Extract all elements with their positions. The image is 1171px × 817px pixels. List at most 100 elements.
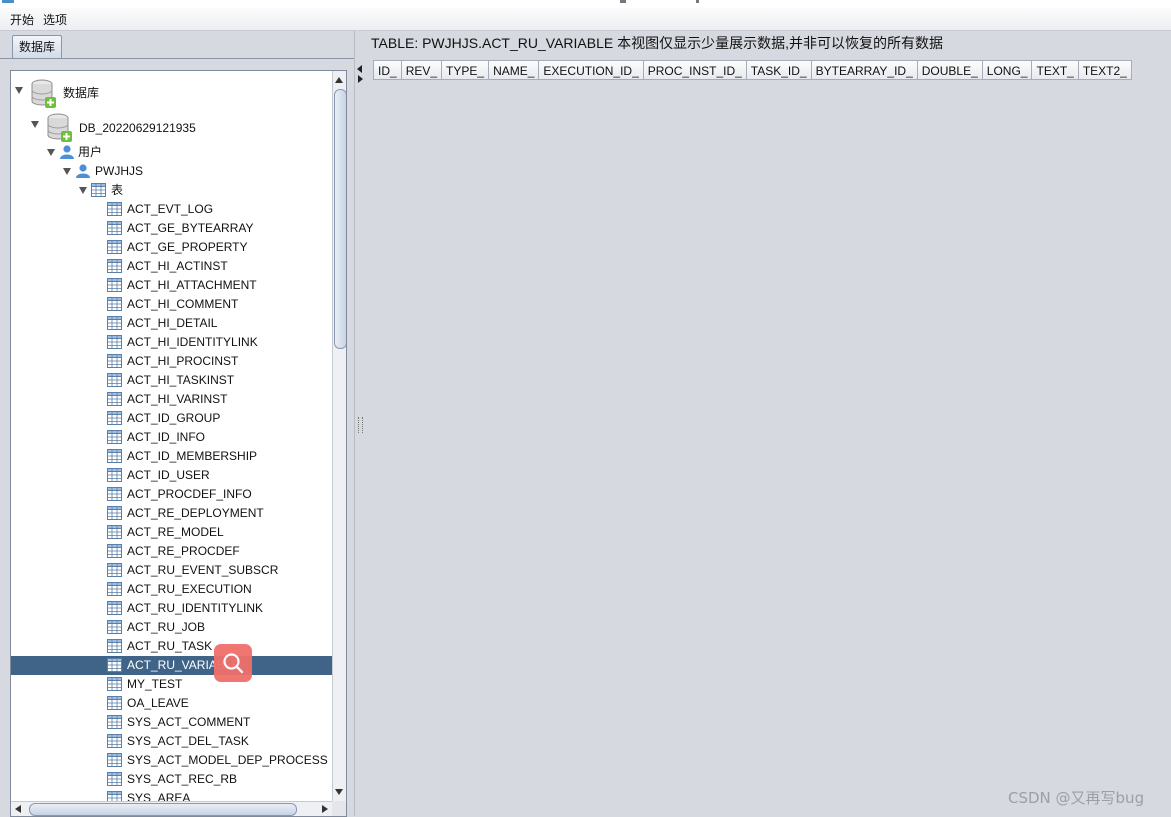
- tree-node-label: ACT_PROCDEF_INFO: [127, 487, 252, 501]
- column-header[interactable]: PROC_INST_ID_: [643, 60, 747, 80]
- table-icon: [107, 563, 122, 577]
- tree-node-table[interactable]: ACT_RE_PROCDEF: [11, 542, 332, 561]
- tree-node-label: PWJHJS: [95, 164, 143, 178]
- table-icon: [107, 354, 122, 368]
- column-header[interactable]: TASK_ID_: [746, 60, 812, 80]
- table-icon: [107, 601, 122, 615]
- tree-node-table[interactable]: ACT_ID_GROUP: [11, 409, 332, 428]
- tree-node-table[interactable]: ACT_HI_IDENTITYLINK: [11, 333, 332, 352]
- tree-node-table[interactable]: ACT_HI_TASKINST: [11, 371, 332, 390]
- table-icon: [107, 335, 122, 349]
- tree-node-table[interactable]: ACT_HI_COMMENT: [11, 295, 332, 314]
- menu-bar: 开始 选项: [0, 8, 1171, 31]
- tree-node-table[interactable]: ACT_HI_VARINST: [11, 390, 332, 409]
- tree-node-label: SYS_ACT_REC_RB: [127, 772, 238, 786]
- tree-node-table[interactable]: SYS_ACT_MODEL_DEP_PROCESS: [11, 751, 332, 770]
- column-header[interactable]: LONG_: [982, 60, 1033, 80]
- scroll-right-icon[interactable]: [322, 805, 328, 813]
- tree-node-table[interactable]: ACT_RU_EXECUTION: [11, 580, 332, 599]
- search-icon: [223, 653, 244, 674]
- tree-node-table[interactable]: SYS_ACT_DEL_TASK: [11, 732, 332, 751]
- tree-node-schema[interactable]: PWJHJS: [11, 162, 332, 181]
- table-icon: [107, 734, 122, 748]
- column-header[interactable]: BYTEARRAY_ID_: [811, 60, 918, 80]
- expand-icon[interactable]: [79, 187, 87, 194]
- menu-options[interactable]: 选项: [43, 11, 67, 28]
- expand-right-icon[interactable]: [358, 75, 363, 83]
- tree-node-table[interactable]: ACT_RE_MODEL: [11, 523, 332, 542]
- horizontal-scrollbar[interactable]: [11, 801, 332, 816]
- tree-node-label: ACT_HI_IDENTITYLINK: [127, 335, 258, 349]
- tree-node-table[interactable]: ACT_RU_JOB: [11, 618, 332, 637]
- column-header[interactable]: NAME_: [489, 60, 540, 80]
- tree-node-table[interactable]: ACT_ID_USER: [11, 466, 332, 485]
- column-header[interactable]: REV_: [401, 60, 443, 80]
- scroll-left-icon[interactable]: [15, 805, 21, 813]
- tab-database[interactable]: 数据库: [12, 35, 63, 58]
- scroll-up-icon[interactable]: [335, 77, 343, 83]
- column-header[interactable]: TYPE_: [442, 60, 490, 80]
- tree-node-table[interactable]: ACT_HI_ATTACHMENT: [11, 276, 332, 295]
- table-icon: [107, 544, 122, 558]
- tree-node-label: SYS_ACT_DEL_TASK: [127, 734, 249, 748]
- tree-node-table[interactable]: ACT_RU_VARIABLE: [11, 656, 332, 675]
- tree-node-table[interactable]: ACT_GE_PROPERTY: [11, 238, 332, 257]
- tree-node-tables[interactable]: 表: [11, 181, 332, 200]
- column-header[interactable]: EXECUTION_ID_: [539, 60, 644, 80]
- tab-divider: [0, 58, 354, 59]
- tree-node-table[interactable]: ACT_GE_BYTEARRAY: [11, 219, 332, 238]
- table-icon: [107, 715, 122, 729]
- column-header[interactable]: TEXT_: [1032, 60, 1079, 80]
- tree-node-label: ACT_RU_IDENTITYLINK: [127, 601, 264, 615]
- table-icon: [107, 468, 122, 482]
- tree-node-table[interactable]: SYS_ACT_COMMENT: [11, 713, 332, 732]
- tree-node-table[interactable]: ACT_RU_IDENTITYLINK: [11, 599, 332, 618]
- tree-node-table[interactable]: ACT_HI_PROCINST: [11, 352, 332, 371]
- collapse-left-icon[interactable]: [357, 65, 362, 73]
- tree-node-label: ACT_RU_EVENT_SUBSCR: [127, 563, 279, 577]
- tree-node-table[interactable]: SYS_ACT_REC_RB: [11, 770, 332, 789]
- table-icon: [107, 392, 122, 406]
- tree-node-table[interactable]: ACT_RU_TASK: [11, 637, 332, 656]
- tree-node-table[interactable]: ACT_HI_ACTINST: [11, 257, 332, 276]
- horizontal-scroll-thumb[interactable]: [29, 803, 297, 816]
- column-header[interactable]: TEXT2_: [1078, 60, 1132, 80]
- table-icon: [107, 772, 122, 786]
- tree-node-table[interactable]: SYS_AREA: [11, 789, 332, 801]
- tree-node-label: DB_20220629121935: [79, 121, 196, 135]
- tree-node-table[interactable]: ACT_ID_MEMBERSHIP: [11, 447, 332, 466]
- tree-node-table[interactable]: ACT_EVT_LOG: [11, 200, 332, 219]
- tree-node-table[interactable]: ACT_PROCDEF_INFO: [11, 485, 332, 504]
- tree-node-root[interactable]: 数据库: [11, 79, 332, 109]
- scroll-down-icon[interactable]: [335, 789, 343, 795]
- tree-node-label: ACT_HI_ATTACHMENT: [127, 278, 257, 292]
- table-icon: [107, 221, 122, 235]
- vertical-scroll-thumb[interactable]: [334, 89, 346, 349]
- tree-node-table[interactable]: ACT_RU_EVENT_SUBSCR: [11, 561, 332, 580]
- splitter-grip[interactable]: [358, 417, 363, 433]
- table-icon: [107, 677, 122, 691]
- tree-node-db[interactable]: DB_20220629121935: [11, 113, 332, 143]
- vertical-scrollbar[interactable]: [332, 71, 346, 801]
- tree-node-table[interactable]: ACT_HI_DETAIL: [11, 314, 332, 333]
- expand-icon[interactable]: [47, 149, 55, 156]
- tree-node-label: SYS_ACT_COMMENT: [127, 715, 251, 729]
- column-header[interactable]: ID_: [373, 60, 402, 80]
- table-icon: [107, 791, 122, 801]
- user-icon: [75, 163, 91, 179]
- search-overlay-button[interactable]: [214, 644, 252, 682]
- column-header[interactable]: DOUBLE_: [917, 60, 983, 80]
- expand-icon[interactable]: [31, 121, 39, 128]
- tree-node-label: SYS_ACT_MODEL_DEP_PROCESS: [127, 753, 328, 767]
- tree-node-label: ACT_HI_VARINST: [127, 392, 228, 406]
- tree-node-table[interactable]: OA_LEAVE: [11, 694, 332, 713]
- tree-node-table[interactable]: ACT_ID_INFO: [11, 428, 332, 447]
- expand-icon[interactable]: [63, 168, 71, 175]
- expand-icon[interactable]: [15, 87, 23, 94]
- tree-node-table[interactable]: MY_TEST: [11, 675, 332, 694]
- table-icon: [107, 639, 122, 653]
- tree-node-users[interactable]: 用户: [11, 143, 332, 162]
- menu-start[interactable]: 开始: [10, 11, 34, 28]
- tree-node-label: SYS_AREA: [127, 791, 191, 801]
- tree-node-table[interactable]: ACT_RE_DEPLOYMENT: [11, 504, 332, 523]
